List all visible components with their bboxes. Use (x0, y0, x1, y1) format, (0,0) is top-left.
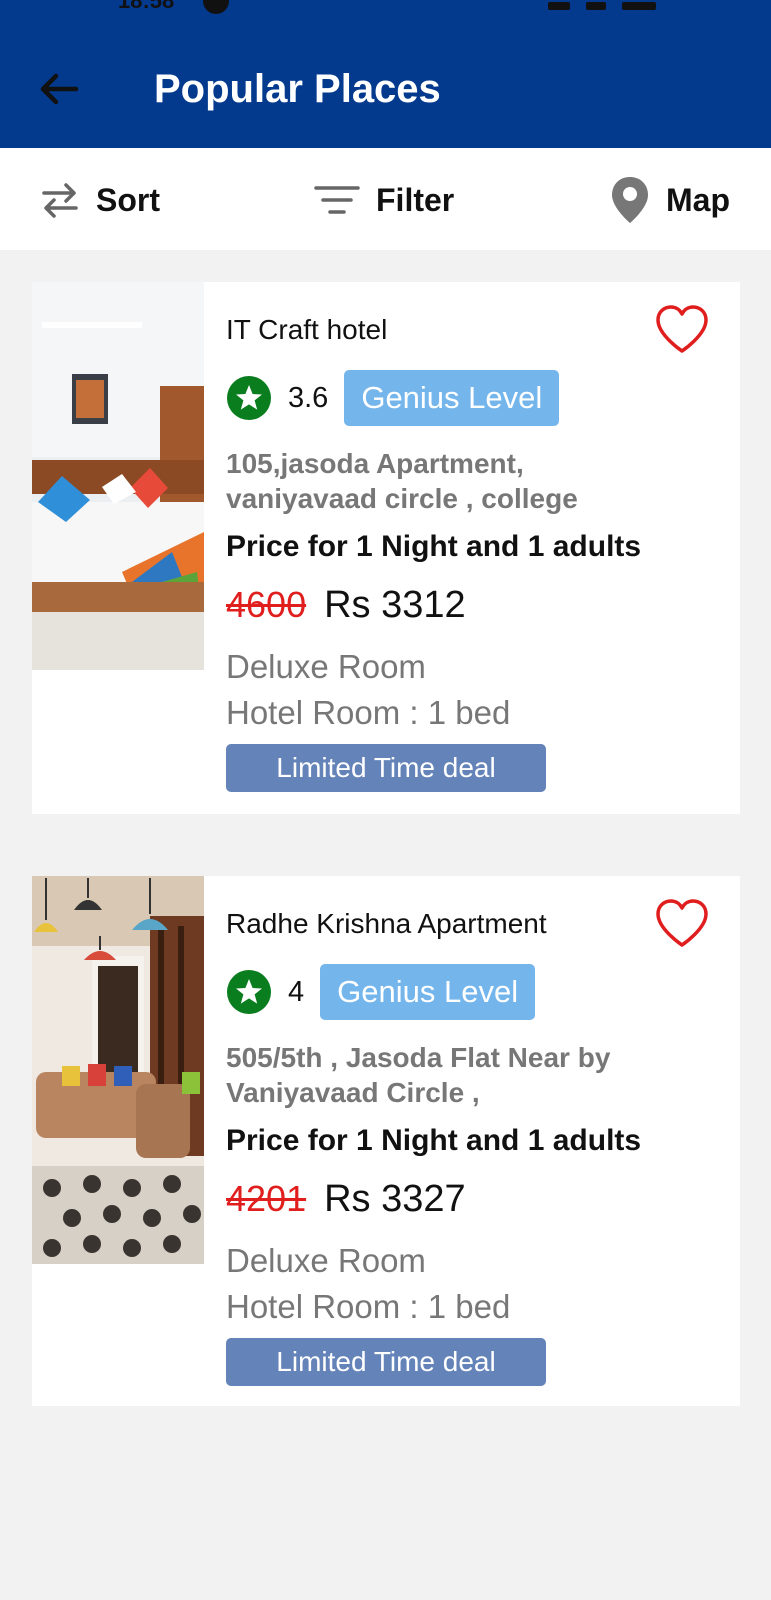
filter-lines-icon (314, 186, 360, 214)
page-title: Popular Places (154, 67, 441, 111)
favorite-heart-icon[interactable] (654, 898, 710, 950)
notification-icon (203, 0, 229, 14)
filter-label: Filter (376, 181, 455, 218)
hotel-name[interactable]: IT Craft hotel (226, 314, 387, 346)
rating-value: 3.6 (288, 381, 329, 414)
limited-deal-badge: Limited Time deal (226, 744, 546, 792)
status-icons (548, 0, 708, 36)
genius-level-badge: Genius Level (344, 370, 560, 426)
star-rating-icon (227, 970, 271, 1014)
rating-row: 4 Genius Level (226, 964, 536, 1020)
room-beds: Hotel Room : 1 bed (226, 1288, 511, 1325)
hotel-card[interactable]: Radhe Krishna Apartment 4 Genius Level 5… (32, 876, 740, 1406)
price-row: 4201 Rs 3327 (226, 1178, 466, 1221)
room-beds: Hotel Room : 1 bed (226, 694, 511, 731)
wifi-icon (548, 2, 570, 10)
original-price: 4600 (226, 584, 307, 625)
favorite-heart-icon[interactable] (654, 304, 710, 356)
hotel-address: 105,jasoda Apartment, vaniyavaad circle … (226, 448, 578, 514)
swap-arrows-icon (42, 183, 78, 218)
room-type: Deluxe Room (226, 1242, 426, 1279)
rating-value: 4 (288, 975, 305, 1008)
price-row: 4600 Rs 3312 (226, 584, 466, 627)
call-icon (586, 2, 607, 10)
hotel-photo[interactable] (32, 876, 204, 1264)
hotel-card[interactable]: IT Craft hotel 3.6 Genius Level 105,jaso… (32, 282, 740, 814)
discounted-price: Rs 3312 (324, 584, 466, 626)
map-label: Map (666, 181, 730, 218)
sort-filter-toolbar: Sort Filter Map (0, 148, 771, 250)
map-button[interactable]: Map (610, 176, 730, 224)
discounted-price: Rs 3327 (324, 1178, 466, 1220)
hotel-photo[interactable] (32, 282, 204, 670)
limited-deal-badge: Limited Time deal (226, 1338, 546, 1386)
hotel-name[interactable]: Radhe Krishna Apartment (226, 908, 547, 940)
hotel-address: 505/5th , Jasoda Flat Near by Vaniyavaad… (226, 1042, 611, 1108)
status-time: 18:58 (118, 0, 175, 13)
original-price: 4201 (226, 1178, 307, 1219)
signal-icon (622, 2, 657, 10)
star-rating-icon (227, 376, 271, 420)
filter-button[interactable]: Filter (314, 176, 454, 224)
sort-button[interactable]: Sort (40, 176, 160, 224)
status-bar: 18:58 (0, 0, 771, 36)
genius-level-badge: Genius Level (320, 964, 536, 1020)
price-description: Price for 1 Night and 1 adults (226, 530, 642, 563)
map-pin-icon (612, 177, 648, 223)
back-arrow-icon[interactable] (36, 66, 82, 112)
room-type: Deluxe Room (226, 648, 426, 685)
sort-label: Sort (96, 181, 160, 218)
app-bar: Popular Places (0, 22, 771, 148)
rating-row: 3.6 Genius Level (226, 370, 560, 426)
price-description: Price for 1 Night and 1 adults (226, 1124, 642, 1157)
